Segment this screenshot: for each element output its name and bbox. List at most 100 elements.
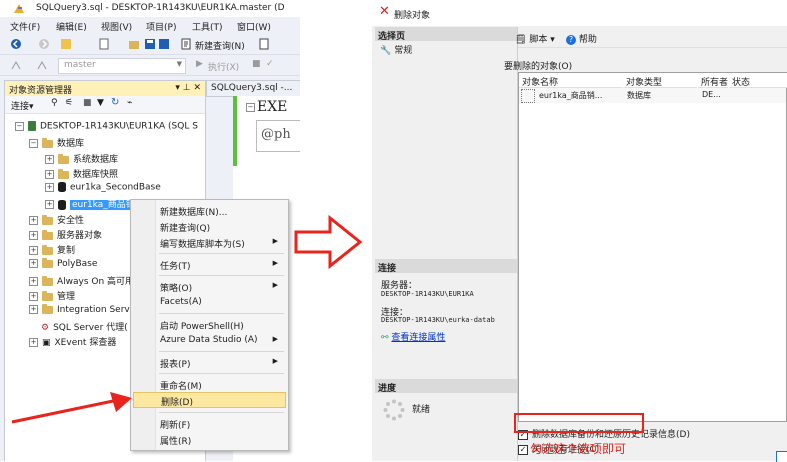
menu-start-powershell[interactable]: 启动 PowerShell(H) bbox=[133, 317, 286, 332]
menu-rename[interactable]: 重命名(M) bbox=[133, 377, 286, 392]
connect-plug-icon[interactable]: ⚲ bbox=[51, 98, 58, 108]
expand-icon[interactable]: + bbox=[29, 216, 38, 225]
tree-label: XEvent 探查器 bbox=[54, 338, 117, 348]
change-connection-icon[interactable] bbox=[36, 59, 48, 71]
open-file-icon[interactable] bbox=[128, 38, 140, 50]
filter-icon[interactable]: ▼ bbox=[97, 98, 104, 108]
checkbox-checked-icon[interactable]: ✓ bbox=[518, 444, 528, 455]
menu-azure-data-studio[interactable]: Azure Data Studio (A) ▶ bbox=[133, 333, 286, 348]
expand-icon[interactable]: + bbox=[29, 231, 38, 240]
menu-new-query[interactable]: 新建查询(Q) bbox=[133, 219, 286, 234]
expand-icon[interactable]: + bbox=[45, 170, 54, 179]
tree-system-databases[interactable]: + 系统数据库 bbox=[45, 152, 118, 167]
parse-icon[interactable]: ✓ bbox=[266, 59, 274, 69]
help-icon: ? bbox=[566, 35, 576, 45]
disconnect-icon[interactable]: ⚟ bbox=[65, 98, 73, 108]
menu-project[interactable]: 项目(P) bbox=[146, 20, 176, 33]
menu-delete[interactable]: 删除(D) bbox=[133, 392, 286, 408]
objects-grid[interactable]: 对象名称 对象类型 所有者 状态 eur1ka_商品销... 数据库 DE... bbox=[518, 72, 787, 422]
collapse-icon[interactable]: − bbox=[29, 139, 38, 148]
forward-icon[interactable] bbox=[38, 38, 50, 50]
expand-icon[interactable]: + bbox=[29, 292, 38, 301]
menu-window[interactable]: 窗口(W) bbox=[237, 20, 271, 33]
database-select[interactable]: master ▼ bbox=[58, 58, 186, 74]
stop-icon[interactable]: ■ bbox=[83, 98, 92, 108]
script-button[interactable]: 🗒 脚本 ▾ bbox=[515, 32, 555, 45]
tree-server-node[interactable]: − DESKTOP-1R143KU\EUR1KA (SQL S bbox=[15, 121, 198, 136]
menu-edit[interactable]: 编辑(E) bbox=[56, 20, 87, 33]
ok-button-edge[interactable] bbox=[776, 451, 787, 462]
tree-db-secondbase[interactable]: + eur1ka_SecondBase bbox=[45, 182, 161, 197]
tree-integration-services[interactable]: + Integration Servi bbox=[29, 303, 132, 320]
play-icon[interactable]: ▶ bbox=[196, 59, 203, 69]
agent-icon: ⚙ bbox=[41, 323, 50, 333]
folder-icon bbox=[58, 168, 69, 179]
tree-sql-agent[interactable]: ⚙ SQL Server 代理( bbox=[41, 320, 128, 335]
grid-header-name[interactable]: 对象名称 bbox=[519, 73, 622, 88]
tree-management[interactable]: + 管理 bbox=[29, 289, 75, 304]
expand-icon[interactable]: + bbox=[29, 259, 38, 268]
query-icon[interactable] bbox=[258, 38, 270, 50]
tree-polybase[interactable]: + PolyBase bbox=[29, 257, 97, 274]
tree-replication[interactable]: + 复制 bbox=[29, 243, 75, 258]
row-selector[interactable] bbox=[521, 89, 535, 103]
tree-xevent-profiler[interactable]: + ▣ XEvent 探查器 bbox=[29, 335, 116, 350]
save-icon[interactable] bbox=[144, 38, 156, 50]
server-icon bbox=[28, 121, 36, 131]
tree-db-shangpin[interactable]: + eur1ka_商品销 bbox=[45, 197, 137, 212]
menu-separator bbox=[159, 253, 284, 254]
expand-icon[interactable]: + bbox=[29, 338, 38, 347]
tree-server-objects[interactable]: + 服务器对象 bbox=[29, 228, 102, 243]
menu-file[interactable]: 文件(F) bbox=[10, 20, 40, 33]
new-query-button[interactable]: 新建查询(N) bbox=[195, 39, 245, 52]
grid-header-type[interactable]: 对象类型 bbox=[623, 73, 697, 88]
menu-reports[interactable]: 报表(P) ▶ bbox=[133, 355, 286, 370]
add-item-icon[interactable] bbox=[98, 38, 110, 50]
collapse-icon[interactable]: − bbox=[15, 121, 24, 131]
expand-icon[interactable]: + bbox=[45, 155, 54, 164]
tree-databases[interactable]: − 数据库 bbox=[29, 136, 84, 151]
collapse-icon[interactable]: − bbox=[246, 102, 255, 112]
tree-always-on[interactable]: + Always On 高可用 bbox=[29, 274, 134, 289]
expand-icon[interactable]: + bbox=[29, 277, 38, 286]
refresh-icon[interactable]: ↻ bbox=[111, 97, 119, 108]
tree-security[interactable]: + 安全性 bbox=[29, 213, 84, 228]
expand-icon[interactable]: + bbox=[29, 305, 38, 314]
menu-tools[interactable]: 工具(T) bbox=[192, 20, 223, 33]
menu-facets[interactable]: Facets(A) bbox=[133, 295, 286, 310]
page-general[interactable]: 🔧 常规 bbox=[380, 43, 412, 56]
stop-icon[interactable]: ■ bbox=[252, 59, 261, 69]
connect-icon[interactable] bbox=[10, 59, 22, 71]
connect-dropdown[interactable]: 连接▾ bbox=[11, 99, 34, 112]
tree-label: 数据库 bbox=[57, 139, 85, 149]
panel-pin-close-icons[interactable]: ▾ ⊥ ✕ bbox=[175, 83, 201, 93]
query-tab[interactable]: SQLQuery3.sql -... bbox=[206, 80, 300, 97]
connection-icon: ⚯ bbox=[381, 333, 389, 343]
grid-header-owner[interactable]: 所有者 bbox=[698, 73, 728, 88]
new-project-icon[interactable] bbox=[60, 38, 72, 50]
tree-database-snapshots[interactable]: + 数据库快照 bbox=[45, 167, 118, 182]
back-icon[interactable] bbox=[10, 38, 22, 50]
menu-refresh[interactable]: 刷新(F) bbox=[133, 416, 286, 431]
save-all-icon[interactable] bbox=[158, 38, 170, 50]
execute-button[interactable]: 执行(X) bbox=[208, 60, 239, 73]
grid-header-status[interactable]: 状态 bbox=[729, 73, 787, 88]
delete-object-main: 🗒 脚本 ▾ ? 帮助 要删除的对象(O) 对象名称 对象类型 所有者 状态 e… bbox=[504, 27, 787, 461]
view-connection-properties-link[interactable]: ⚯ 查看连接属性 bbox=[381, 330, 445, 343]
chevron-down-icon: ▼ bbox=[176, 60, 182, 68]
menu-script-database-as[interactable]: 编写数据库脚本为(S) ▶ bbox=[133, 235, 286, 250]
expand-icon[interactable]: + bbox=[45, 200, 54, 209]
menu-tasks[interactable]: 任务(T) ▶ bbox=[133, 257, 286, 272]
menu-new-database[interactable]: 新建数据库(N)... bbox=[133, 203, 286, 218]
menu-view[interactable]: 视图(V) bbox=[101, 20, 132, 33]
expand-icon[interactable]: + bbox=[45, 182, 54, 192]
menu-properties[interactable]: 属性(R) bbox=[133, 432, 286, 447]
menu-policies[interactable]: 策略(O) ▶ bbox=[133, 279, 286, 294]
activity-monitor-icon[interactable]: ⌁ bbox=[127, 98, 132, 108]
new-query-icon[interactable] bbox=[180, 38, 192, 50]
help-button[interactable]: ? 帮助 bbox=[566, 32, 597, 45]
expand-icon[interactable]: + bbox=[29, 246, 38, 255]
menu-separator bbox=[159, 275, 284, 276]
folder-icon bbox=[42, 275, 53, 286]
menu-bar: 文件(F) 编辑(E) 视图(V) 项目(P) 工具(T) 窗口(W) bbox=[0, 17, 300, 34]
